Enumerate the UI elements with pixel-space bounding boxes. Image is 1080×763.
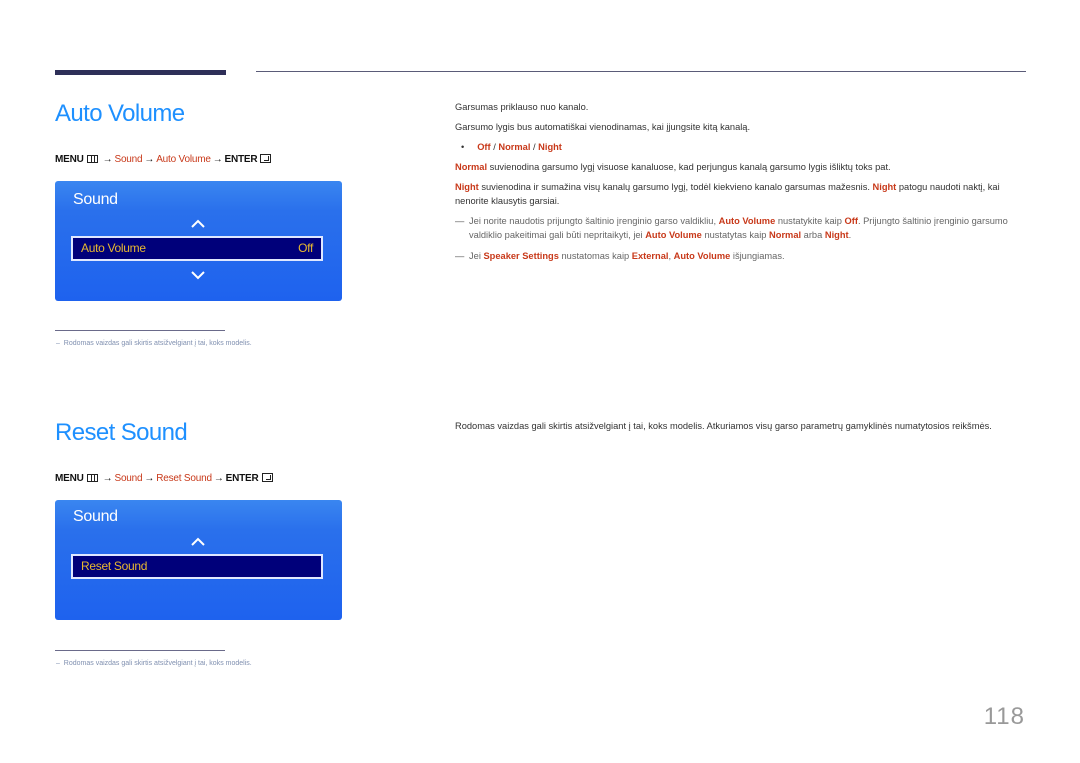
osd-title: Sound: [73, 508, 118, 525]
menu-step-auto-volume: Auto Volume: [156, 154, 211, 165]
text: nustatykite kaip: [775, 216, 845, 226]
text: nustatomas kaip: [558, 251, 632, 261]
header-accent-bar: [55, 70, 226, 75]
arrow: →: [144, 154, 155, 165]
paragraph: Garsumas priklauso nuo kanalo.: [455, 102, 589, 112]
enter-icon: [260, 154, 272, 163]
menu-path-auto-volume: MENU → Sound → Auto Volume → ENTER: [55, 154, 272, 165]
footnote-reset-sound: – Rodomas vaizdas gali skirtis atsižvelg…: [56, 660, 252, 667]
osd-item-auto-volume[interactable]: Auto Volume Off: [71, 236, 323, 261]
arrow: →: [102, 473, 113, 484]
paragraph: Garsumo lygis bus automatiškai vienodina…: [455, 122, 751, 132]
term: Off: [844, 216, 858, 226]
arrow: →: [212, 154, 223, 165]
section-title-auto-volume: Auto Volume: [55, 100, 185, 127]
option-off: Off: [477, 142, 491, 152]
term: Auto Volume: [645, 230, 702, 240]
footnote-text: Rodomas vaizdas gali skirtis atsižvelgia…: [63, 660, 252, 667]
bullet: •: [461, 142, 465, 152]
note-speaker-settings: — Jei Speaker Settings nustatomas kaip E…: [455, 249, 1031, 263]
term-normal: Normal: [455, 162, 488, 172]
menu-step-reset-sound: Reset Sound: [156, 473, 212, 484]
footnote-dash: –: [56, 660, 60, 667]
osd-menu-sound: Sound Reset Sound: [55, 500, 342, 620]
chevron-down-icon[interactable]: [191, 270, 205, 280]
footnote-rule: [55, 330, 225, 331]
page-number: 118: [983, 703, 1025, 730]
text: suvienodina garsumo lygį visuose kanaluo…: [487, 162, 891, 172]
term: External: [631, 251, 669, 261]
note-dash: —: [455, 251, 465, 261]
section-title-reset-sound: Reset Sound: [55, 419, 188, 446]
osd-title: Sound: [73, 191, 118, 208]
term: Night: [824, 230, 849, 240]
enter-label: ENTER: [224, 154, 258, 165]
term-night: Night: [872, 182, 897, 192]
menu-label: MENU: [55, 473, 84, 484]
enter-label: ENTER: [225, 473, 259, 484]
menu-step-sound: Sound: [114, 154, 143, 165]
arrow: →: [213, 473, 224, 484]
text: Jei norite naudotis prijungto šaltinio į…: [469, 216, 719, 226]
text: .: [848, 230, 852, 240]
reset-sound-description: Rodomas vaizdas gali skirtis atsižvelgia…: [455, 421, 992, 431]
option-night: Night: [538, 142, 562, 152]
text: arba: [801, 230, 825, 240]
text: Jei: [469, 251, 484, 261]
arrow: →: [144, 473, 155, 484]
menu-path-reset-sound: MENU → Sound → Reset Sound → ENTER: [55, 473, 273, 484]
term: Auto Volume: [718, 216, 776, 226]
osd-menu-sound: Sound Auto Volume Off: [55, 181, 342, 301]
osd-item-label: Auto Volume: [81, 241, 146, 255]
option-normal: Normal: [498, 142, 531, 152]
options-list: • Off / Normal / Night: [455, 140, 1030, 154]
arrow: →: [102, 154, 113, 165]
osd-item-reset-sound[interactable]: Reset Sound: [71, 554, 323, 579]
term-night: Night: [455, 182, 479, 192]
enter-icon: [261, 473, 273, 482]
term: Speaker Settings: [483, 251, 559, 261]
footnote-dash: –: [56, 340, 60, 347]
menu-step-sound: Sound: [114, 473, 143, 484]
menu-label: MENU: [55, 154, 84, 165]
osd-item-value: Off: [298, 241, 313, 255]
text: išjungiamas.: [730, 251, 785, 261]
note-auto-volume-external: — Jei norite naudotis prijungto šaltinio…: [455, 214, 1031, 242]
term: Normal: [769, 230, 802, 240]
menu-icon: [86, 155, 98, 163]
footnote-rule: [55, 650, 225, 651]
footnote-auto-volume: – Rodomas vaizdas gali skirtis atsižvelg…: [56, 340, 252, 347]
night-description: Night suvienodina ir sumažina visų kanal…: [455, 180, 1030, 208]
term: Auto Volume: [673, 251, 731, 261]
auto-volume-description: Garsumas priklauso nuo kanalo. Garsumo l…: [455, 100, 1030, 214]
osd-item-label: Reset Sound: [81, 559, 148, 573]
normal-description: Normal suvienodina garsumo lygį visuose …: [455, 160, 1030, 174]
separator: /: [530, 142, 539, 152]
note-dash: —: [455, 216, 465, 226]
footnote-text: Rodomas vaizdas gali skirtis atsižvelgia…: [63, 340, 252, 347]
text: nustatytas kaip: [701, 230, 770, 240]
chevron-up-icon[interactable]: [191, 537, 205, 547]
text: suvienodina ir sumažina visų kanalų gars…: [478, 182, 873, 192]
menu-icon: [86, 474, 98, 482]
chevron-up-icon[interactable]: [191, 219, 205, 229]
header-rule: [256, 71, 1026, 72]
